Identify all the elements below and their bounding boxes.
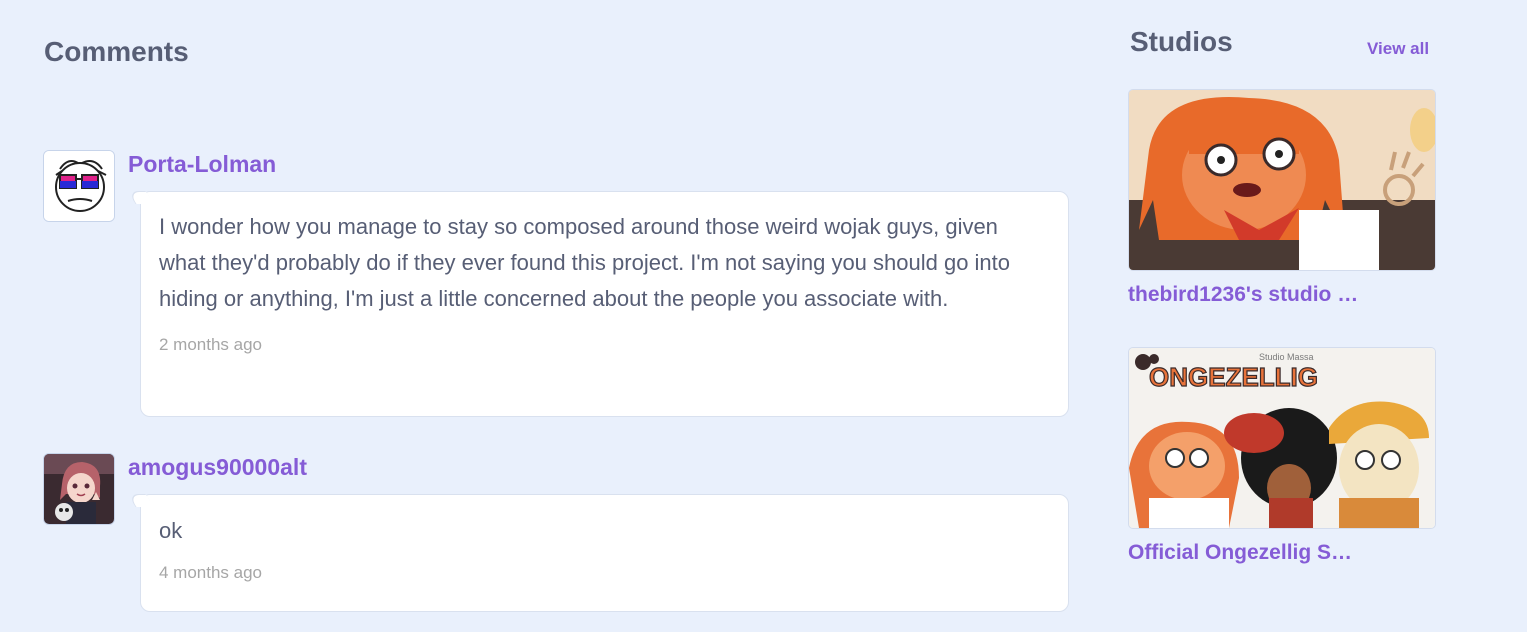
comment-timestamp: 4 months ago (159, 563, 263, 582)
comment-timestamp: 2 months ago (159, 335, 263, 354)
page: Comments Porta-Lolman I wonder how you m… (0, 0, 1527, 632)
comment-text: I wonder how you manage to stay so compo… (159, 214, 1011, 311)
doodle-face-avatar-icon (44, 151, 114, 221)
studio-card: Studio Massa ONGEZELLIG Official Ongezel… (1128, 347, 1436, 565)
studio-thumbnail[interactable] (1128, 89, 1436, 271)
studio-card: thebird1236's studio … (1128, 89, 1436, 307)
view-all-link[interactable]: View all (1367, 39, 1429, 59)
ongezellig-logo-text: ONGEZELLIG (1149, 362, 1318, 392)
ongezellig-studio-image: Studio Massa ONGEZELLIG (1129, 348, 1435, 528)
comments-heading: Comments (44, 36, 189, 67)
studio-thumbnail[interactable]: Studio Massa ONGEZELLIG (1128, 347, 1436, 529)
comment-bubble: ok 4 months ago (140, 494, 1069, 612)
comment-username-link[interactable]: Porta-Lolman (128, 151, 276, 178)
avatar[interactable] (43, 150, 115, 222)
studio-title-link[interactable]: thebird1236's studio … (1128, 283, 1373, 307)
studios-heading: Studios (1130, 26, 1233, 57)
avatar[interactable] (43, 453, 115, 525)
studio-title-link[interactable]: Official Ongezellig S… (1128, 541, 1373, 565)
comment-username-link[interactable]: amogus90000alt (128, 454, 307, 481)
anime-girl-avatar-icon (44, 454, 114, 524)
studio-subtitle-artwork-text: Studio Massa (1259, 352, 1314, 362)
orange-haired-character-image (1129, 90, 1435, 270)
comment-bubble: I wonder how you manage to stay so compo… (140, 191, 1069, 417)
comment-text: ok (159, 518, 183, 543)
